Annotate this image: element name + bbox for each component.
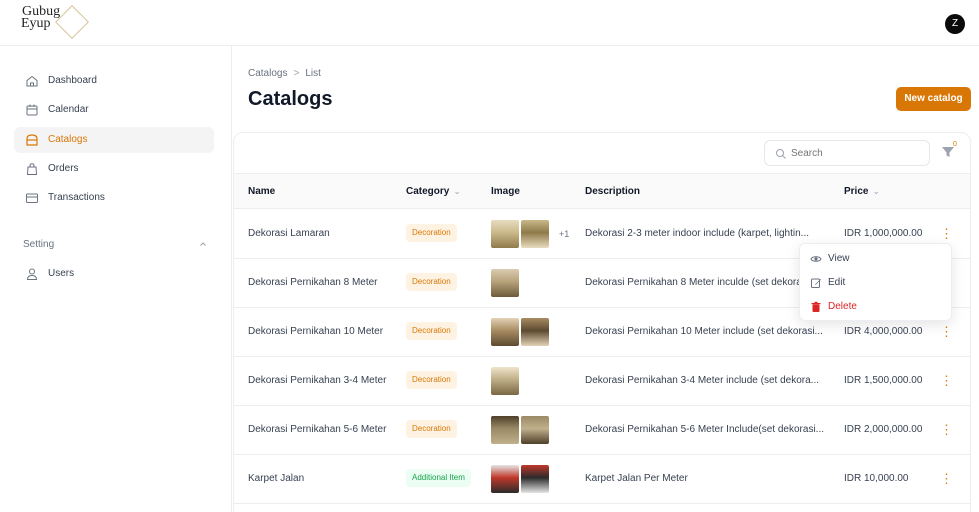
column-header-price[interactable]: Price ⌄ bbox=[844, 186, 880, 197]
table-row[interactable]: Dekorasi Pernikahan 3-4 Meter Decoration D… bbox=[234, 357, 970, 406]
sidebar-item-label: Users bbox=[48, 268, 75, 279]
table-header: Name Category ⌄ Image Description Price ⌄ bbox=[234, 173, 970, 209]
user-avatar[interactable]: Z bbox=[945, 14, 965, 34]
category-badge: Decoration bbox=[406, 224, 457, 242]
catalog-image-thumbnail[interactable] bbox=[521, 220, 549, 248]
user-icon bbox=[26, 268, 38, 280]
category-badge: Decoration bbox=[406, 273, 457, 291]
catalog-price: IDR 2,000,000.00 bbox=[844, 424, 923, 435]
breadcrumb-separator: > bbox=[293, 68, 300, 79]
sidebar-item-transactions[interactable]: Transactions bbox=[14, 185, 214, 211]
new-catalog-button[interactable]: New catalog bbox=[896, 87, 971, 111]
sidebar-item-label: Dashboard bbox=[48, 75, 97, 86]
sidebar-item-users[interactable]: Users bbox=[14, 261, 214, 287]
catalog-name: Dekorasi Pernikahan 10 Meter bbox=[248, 326, 384, 337]
catalog-image-thumbnail[interactable] bbox=[491, 465, 519, 493]
brand-logo[interactable]: Gubug Eyup bbox=[21, 5, 92, 40]
top-bar: Gubug Eyup Z bbox=[0, 0, 979, 46]
catalog-price: IDR 1,500,000.00 bbox=[844, 375, 923, 386]
logo-text: Gubug Eyup bbox=[21, 5, 60, 31]
table-row[interactable]: Dekorasi Pernikahan 5-6 Meter Decoration D… bbox=[234, 406, 970, 455]
menu-item-view[interactable]: View bbox=[800, 248, 953, 270]
home-icon bbox=[26, 75, 38, 87]
edit-icon bbox=[811, 278, 821, 288]
catalog-description: Dekorasi Pernikahan 3-4 Meter include (s… bbox=[585, 375, 820, 386]
breadcrumb-current: List bbox=[305, 68, 321, 79]
catalog-table-card: 0 Name Category⌄ Image Description Price… bbox=[233, 132, 971, 512]
logo-text-line2: Eyup bbox=[21, 16, 51, 31]
catalog-price: IDR 10,000.00 bbox=[844, 473, 909, 484]
breadcrumb: Catalogs > List bbox=[248, 68, 321, 79]
sidebar-item-orders[interactable]: Orders bbox=[14, 156, 214, 182]
sidebar-item-catalogs[interactable]: Catalogs bbox=[14, 127, 214, 153]
column-header-name: Name bbox=[248, 186, 276, 197]
setting-section-title: Setting bbox=[23, 239, 55, 250]
more-actions-icon[interactable]: ⋮ bbox=[940, 224, 953, 244]
search-input[interactable] bbox=[791, 146, 921, 161]
catalog-description: Dekorasi 2-3 meter indoor include (karpe… bbox=[585, 228, 809, 239]
catalog-name: Dekorasi Pernikahan 5-6 Meter bbox=[248, 424, 387, 435]
more-images-count: +1 bbox=[559, 229, 570, 239]
more-actions-icon[interactable]: ⋮ bbox=[940, 420, 953, 440]
catalog-description: Dekorasi Pernikahan 5-6 Meter Include(se… bbox=[585, 424, 825, 435]
sidebar-item-label: Catalogs bbox=[48, 134, 88, 145]
sidebar-item-dashboard[interactable]: Dashboard bbox=[14, 68, 214, 94]
more-actions-icon[interactable]: ⋮ bbox=[940, 322, 953, 342]
table-row[interactable]: Karpet Jalan Additional Item Karpet Jalan … bbox=[234, 455, 970, 504]
breadcrumb-parent[interactable]: Catalogs bbox=[248, 68, 287, 79]
catalog-name: Dekorasi Pernikahan 8 Meter bbox=[248, 277, 378, 288]
category-badge: Additional Item bbox=[406, 469, 471, 487]
menu-item-label: View bbox=[828, 253, 850, 264]
catalog-name: Karpet Jalan bbox=[248, 473, 305, 484]
eye-icon bbox=[810, 256, 822, 262]
row-action-menu: View Edit Delete bbox=[799, 243, 952, 321]
column-header-label: Category bbox=[406, 186, 450, 197]
shopping-bag-icon bbox=[26, 163, 38, 175]
catalog-image-thumbnail[interactable] bbox=[491, 269, 519, 297]
catalog-name: Dekorasi Pernikahan 3-4 Meter bbox=[248, 375, 387, 386]
sidebar-item-label: Calendar bbox=[48, 104, 89, 115]
credit-card-icon bbox=[26, 193, 38, 203]
chevron-down-icon: ⌄ bbox=[872, 186, 881, 196]
search-icon bbox=[776, 149, 786, 159]
catalog-price: IDR 4,000,000.00 bbox=[844, 326, 923, 337]
catalog-price: IDR 1,000,000.00 bbox=[844, 228, 923, 239]
page-title: Catalogs bbox=[248, 88, 333, 110]
more-actions-icon[interactable]: ⋮ bbox=[940, 469, 953, 489]
trash-icon bbox=[811, 301, 821, 312]
catalog-image-thumbnail[interactable] bbox=[521, 318, 549, 346]
column-header-category[interactable]: Category ⌄ bbox=[406, 186, 461, 197]
more-actions-icon[interactable]: ⋮ bbox=[940, 371, 953, 391]
chevron-down-icon: ⌄ bbox=[453, 186, 461, 196]
catalog-image-thumbnail[interactable] bbox=[521, 416, 549, 444]
menu-item-edit[interactable]: Edit bbox=[800, 272, 953, 294]
catalog-image-thumbnail[interactable] bbox=[521, 465, 549, 493]
catalog-image-thumbnail[interactable] bbox=[491, 367, 519, 395]
catalog-name: Dekorasi Lamaran bbox=[248, 228, 330, 239]
catalog-description: Dekorasi Pernikahan 8 Meter inculde (set… bbox=[585, 277, 811, 288]
catalog-description: Karpet Jalan Per Meter bbox=[585, 473, 688, 484]
sidebar: Dashboard Calendar Catalogs Orders Trans… bbox=[0, 46, 232, 512]
category-badge: Decoration bbox=[406, 371, 457, 389]
chevron-up-icon[interactable] bbox=[198, 239, 208, 249]
calendar-icon bbox=[26, 104, 38, 116]
catalog-image-thumbnail[interactable] bbox=[491, 220, 519, 248]
column-header-description: Description bbox=[585, 186, 641, 197]
menu-item-label: Delete bbox=[828, 301, 857, 312]
sidebar-item-label: Orders bbox=[48, 163, 79, 174]
filter-count-badge: 0 bbox=[953, 141, 957, 148]
category-badge: Decoration bbox=[406, 322, 457, 340]
catalog-image-thumbnail[interactable] bbox=[491, 416, 519, 444]
column-header-label: Price bbox=[844, 186, 869, 197]
search-box[interactable] bbox=[764, 140, 930, 166]
menu-item-delete[interactable]: Delete bbox=[800, 296, 953, 318]
sidebar-item-calendar[interactable]: Calendar bbox=[14, 97, 214, 123]
menu-item-label: Edit bbox=[828, 277, 846, 288]
catalog-description: Dekorasi Pernikahan 10 Meter include (se… bbox=[585, 326, 823, 337]
catalog-icon bbox=[26, 134, 38, 146]
category-badge: Decoration bbox=[406, 420, 457, 438]
column-header-image: Image bbox=[491, 186, 520, 197]
sidebar-item-label: Transactions bbox=[48, 192, 105, 203]
catalog-image-thumbnail[interactable] bbox=[491, 318, 519, 346]
